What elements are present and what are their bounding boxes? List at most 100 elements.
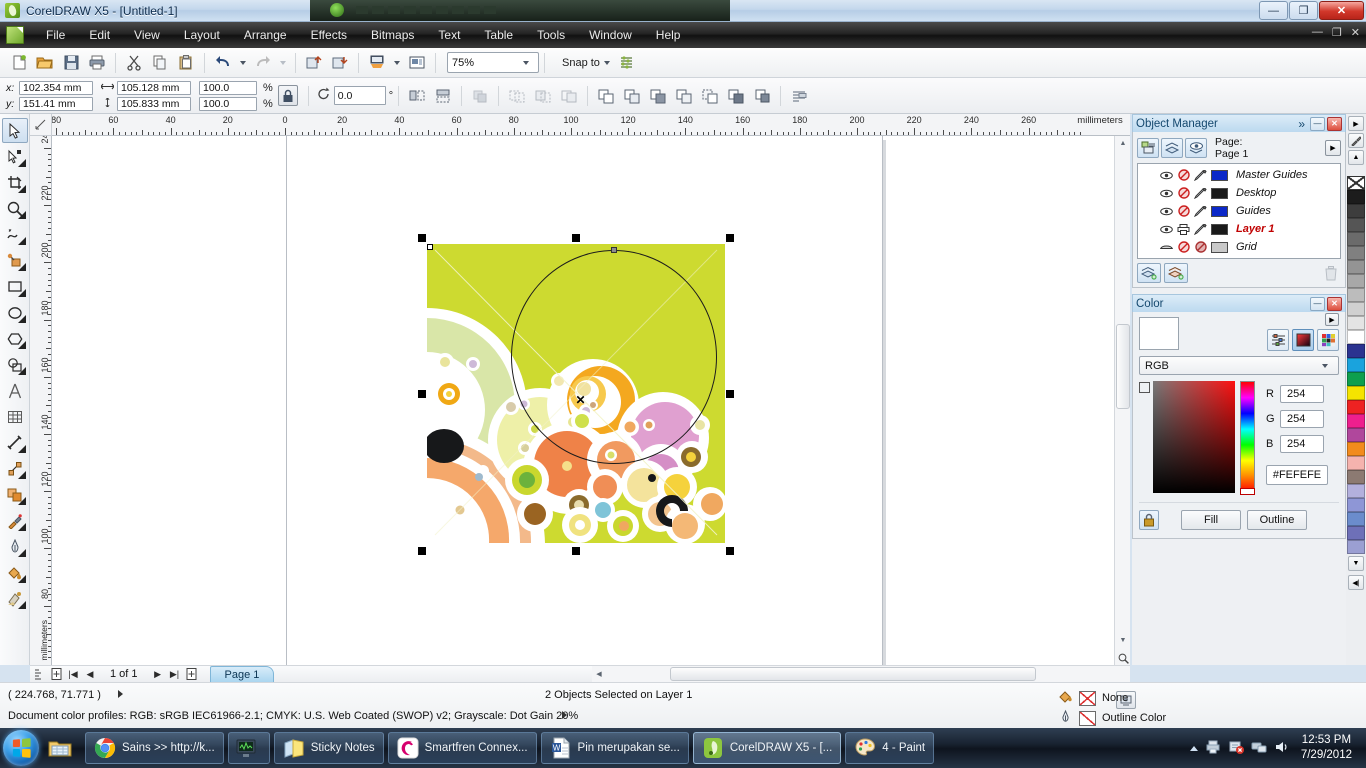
hue-slider-marker[interactable] xyxy=(1240,488,1255,495)
menu-bitmaps[interactable]: Bitmaps xyxy=(359,25,426,45)
zoom-level-combo[interactable]: 75% xyxy=(447,52,539,73)
hue-slider[interactable] xyxy=(1240,381,1255,495)
fill-button[interactable]: Fill xyxy=(1181,510,1241,530)
front-minus-back-icon[interactable] xyxy=(619,84,645,108)
redo-dropdown-arrow[interactable] xyxy=(280,60,286,65)
menu-help[interactable]: Help xyxy=(644,25,693,45)
fill-color-swatch[interactable] xyxy=(1079,690,1096,706)
eye-visible-icon[interactable] xyxy=(1160,187,1173,200)
outline-tool-icon[interactable] xyxy=(2,534,28,559)
printable-disabled-icon[interactable] xyxy=(1177,169,1190,182)
selected-artwork-group[interactable]: ✕ xyxy=(418,234,734,555)
edit-pencil-icon[interactable] xyxy=(1194,169,1207,182)
coordinates-expand-arrow[interactable] xyxy=(118,690,123,698)
mirror-horizontal-icon[interactable] xyxy=(404,84,430,108)
palette-swatch[interactable] xyxy=(1347,442,1365,456)
palette-swatch[interactable] xyxy=(1347,288,1365,302)
ruler-origin-corner[interactable] xyxy=(30,114,52,136)
edit-disabled-icon[interactable] xyxy=(1194,241,1207,254)
object-manager-close-button[interactable]: ✕ xyxy=(1327,116,1342,131)
layer-row-guides[interactable]: Guides xyxy=(1138,202,1340,220)
page-tab-page-1[interactable]: Page 1 xyxy=(209,665,275,683)
new-icon[interactable] xyxy=(6,51,32,75)
x-position-input[interactable]: 102.354 mm xyxy=(19,80,93,95)
handle-top-right[interactable] xyxy=(726,234,734,242)
ellipse-tool-icon[interactable] xyxy=(2,300,28,325)
windows-start-icon[interactable] xyxy=(3,730,39,766)
snap-to-dropdown-arrow[interactable] xyxy=(603,60,610,65)
color-eyedropper-tool-icon[interactable] xyxy=(2,508,28,533)
layer-manager-view-icon[interactable] xyxy=(1185,138,1207,158)
handle-bottom-center[interactable] xyxy=(572,547,580,555)
table-tool-icon[interactable] xyxy=(2,404,28,429)
snap-to-label[interactable]: Snap to xyxy=(562,57,600,69)
color-gradient-field[interactable] xyxy=(1153,381,1235,493)
previous-page-button[interactable]: ◀ xyxy=(83,667,97,682)
document-icon[interactable] xyxy=(6,26,24,44)
scale-horizontal-input[interactable]: 100.0 xyxy=(199,80,257,95)
palette-swatch[interactable] xyxy=(1347,204,1365,218)
edit-across-layers-icon[interactable] xyxy=(1161,138,1183,158)
palette-swatch[interactable] xyxy=(1347,498,1365,512)
printer-icon[interactable] xyxy=(1205,739,1221,758)
basic-shapes-tool-icon[interactable] xyxy=(2,352,28,377)
palette-swatch[interactable] xyxy=(1347,344,1365,358)
edit-pencil-icon[interactable] xyxy=(1194,187,1207,200)
wrap-paragraph-text-icon[interactable] xyxy=(786,84,812,108)
height-input[interactable]: 105.833 mm xyxy=(117,96,191,111)
menu-arrange[interactable]: Arrange xyxy=(232,25,299,45)
cut-icon[interactable] xyxy=(121,51,147,75)
palette-swatch[interactable] xyxy=(1347,218,1365,232)
boundary-icon[interactable] xyxy=(671,84,697,108)
printable-disabled-icon[interactable] xyxy=(1177,205,1190,218)
object-manager-flyout-button[interactable]: ▶ xyxy=(1325,140,1341,156)
color-docker-close-button[interactable]: ✕ xyxy=(1327,296,1342,311)
create-boundary-icon[interactable] xyxy=(749,84,775,108)
horizontal-scrollbar[interactable] xyxy=(592,665,1130,682)
volume-icon[interactable] xyxy=(1274,739,1290,758)
layer-color-swatch[interactable] xyxy=(1211,223,1228,235)
publish-pdf-icon[interactable] xyxy=(364,51,390,75)
import-icon[interactable] xyxy=(301,51,327,75)
palette-swatch[interactable] xyxy=(1347,386,1365,400)
color-palettes-icon[interactable] xyxy=(1317,329,1339,351)
menu-text[interactable]: Text xyxy=(426,25,472,45)
menu-effects[interactable]: Effects xyxy=(299,25,359,45)
next-page-button[interactable]: ▶ xyxy=(151,667,165,682)
palette-swatch[interactable] xyxy=(1347,470,1365,484)
action-center-icon[interactable] xyxy=(1228,739,1244,758)
outline-status-row[interactable]: Outline Color xyxy=(1058,709,1166,727)
docker-expand-icon[interactable]: » xyxy=(1298,117,1305,131)
outline-color-swatch[interactable] xyxy=(1079,710,1096,726)
mdi-restore-button[interactable]: ❐ xyxy=(1332,26,1342,39)
palette-swatch[interactable] xyxy=(1347,484,1365,498)
taskbar-clock[interactable]: 12:53 PM 7/29/2012 xyxy=(1297,733,1360,763)
print-icon[interactable] xyxy=(84,51,110,75)
undo-icon[interactable] xyxy=(210,51,236,75)
handle-top-center[interactable] xyxy=(572,234,580,242)
layer-name[interactable]: Guides xyxy=(1236,205,1271,217)
back-minus-front-icon[interactable] xyxy=(645,84,671,108)
application-launcher-icon[interactable] xyxy=(404,51,430,75)
layer-row-layer-1[interactable]: Layer 1 xyxy=(1138,220,1340,238)
palette-swatch[interactable] xyxy=(1347,372,1365,386)
menu-table[interactable]: Table xyxy=(472,25,525,45)
lock-ratio-icon[interactable] xyxy=(277,85,298,106)
palette-swatch[interactable] xyxy=(1347,414,1365,428)
eye-visible-icon[interactable] xyxy=(1160,205,1173,218)
outline-button[interactable]: Outline xyxy=(1247,510,1307,530)
menu-view[interactable]: View xyxy=(122,25,172,45)
menu-file[interactable]: File xyxy=(34,25,77,45)
channel-input-r[interactable]: 254 xyxy=(1280,385,1324,403)
palette-swatch-none[interactable] xyxy=(1347,176,1365,190)
show-object-properties-icon[interactable] xyxy=(1137,138,1159,158)
layer-color-swatch[interactable] xyxy=(1211,205,1228,217)
lock-icon[interactable] xyxy=(1139,510,1159,530)
layer-row-master-guides[interactable]: Master Guides xyxy=(1138,166,1340,184)
layer-color-swatch[interactable] xyxy=(1211,169,1228,181)
task-smartfren[interactable]: Smartfren Connex... xyxy=(387,732,537,764)
scale-vertical-input[interactable]: 100.0 xyxy=(199,96,257,111)
palette-swatch[interactable] xyxy=(1347,456,1365,470)
palette-swatch[interactable] xyxy=(1347,330,1365,344)
layer-name[interactable]: Grid xyxy=(1236,241,1257,253)
